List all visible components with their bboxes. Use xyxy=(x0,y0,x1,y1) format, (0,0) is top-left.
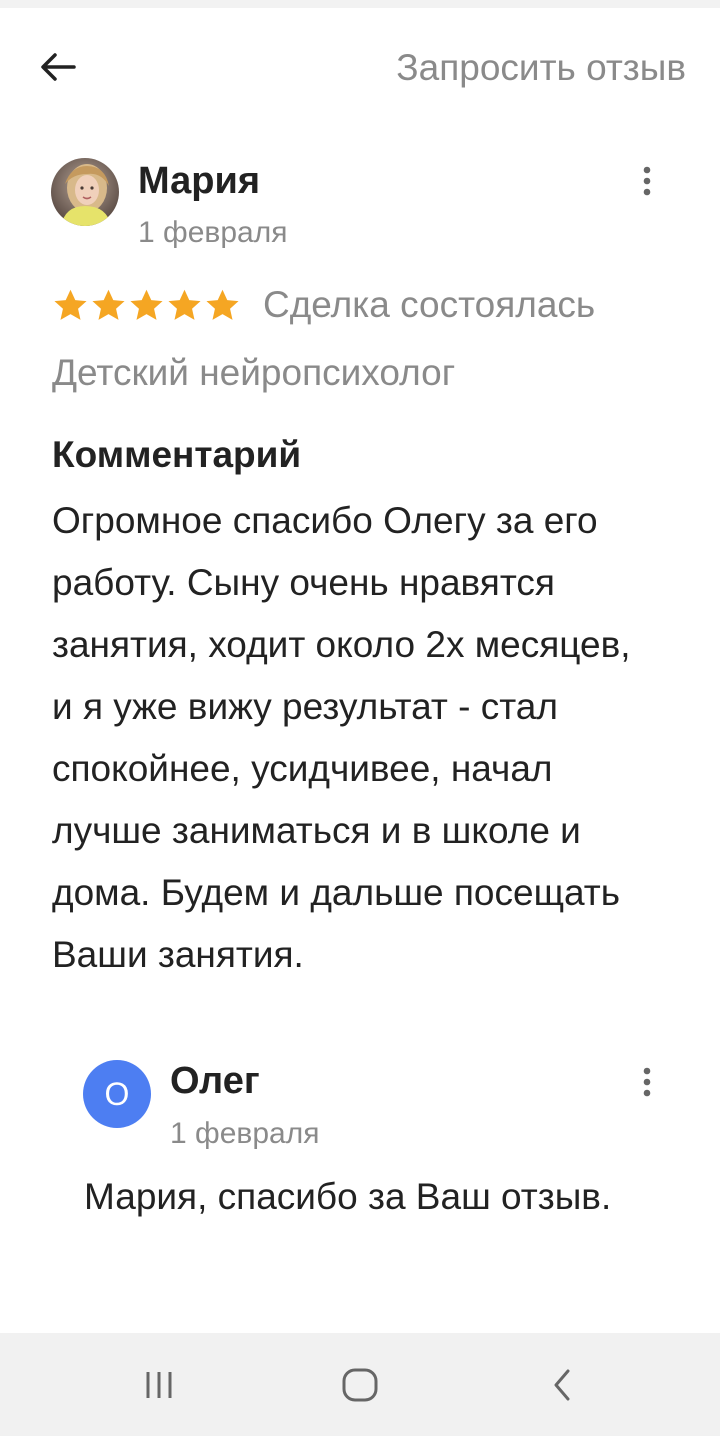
recent-apps-button[interactable] xyxy=(119,1355,199,1415)
reply-author-name[interactable]: Олег xyxy=(170,1056,260,1106)
star-icon xyxy=(206,289,239,320)
arrow-left-icon xyxy=(41,53,76,81)
review-date: 1 февраля xyxy=(138,216,288,249)
back-button[interactable] xyxy=(30,42,86,92)
star-icon xyxy=(130,289,163,320)
system-back-button[interactable] xyxy=(522,1355,602,1415)
reply-avatar[interactable]: О xyxy=(83,1060,151,1128)
recent-apps-icon xyxy=(146,1372,172,1398)
back-chevron-icon xyxy=(554,1369,570,1401)
request-review-link[interactable]: Запросить отзыв xyxy=(396,44,686,92)
review-author-name[interactable]: Мария xyxy=(138,156,260,206)
more-vertical-icon xyxy=(643,1067,651,1097)
reply-menu-button[interactable] xyxy=(632,1057,662,1107)
status-bar xyxy=(0,0,720,8)
rating-row: Сделка состоялась xyxy=(52,278,595,332)
system-navigation-bar xyxy=(0,1333,720,1436)
home-icon xyxy=(342,1368,378,1402)
user-photo-icon xyxy=(51,158,119,226)
home-button[interactable] xyxy=(320,1355,400,1415)
rating-stars xyxy=(52,287,241,324)
service-name: Детский нейропсихолог xyxy=(52,352,456,393)
reply-date: 1 февраля xyxy=(170,1117,320,1150)
star-icon xyxy=(92,289,125,320)
comment-heading: Комментарий xyxy=(52,434,302,475)
review-menu-button[interactable] xyxy=(632,156,662,206)
deal-status: Сделка состоялась xyxy=(263,284,596,325)
star-icon xyxy=(54,289,87,320)
star-icon xyxy=(168,289,201,320)
reply-avatar-letter: О xyxy=(104,1075,130,1112)
comment-text: Огромное спасибо Олегу за его работу. Сы… xyxy=(52,500,631,975)
avatar[interactable] xyxy=(51,158,119,226)
more-vertical-icon xyxy=(643,166,651,196)
reply-text: Мария, спасибо за Ваш отзыв. xyxy=(84,1176,612,1217)
